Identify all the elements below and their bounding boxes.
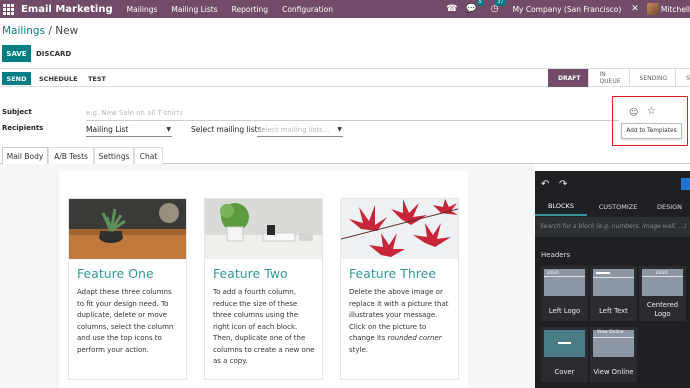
stage-sending[interactable]: SENDING [630, 69, 677, 87]
menu-mailings[interactable]: Mailings [127, 5, 158, 14]
snippet-centered-logo[interactable]: LOGO Centered Logo [639, 266, 686, 321]
notebook-tabs: Mail Body A/B Tests Settings Chat [0, 147, 690, 165]
send-button[interactable]: SEND [2, 72, 31, 85]
tab-mail-body[interactable]: Mail Body [2, 147, 48, 165]
menu-configuration[interactable]: Configuration [282, 5, 333, 14]
panel-tab-design[interactable]: DESIGN [649, 198, 690, 216]
breadcrumb-current: New [55, 25, 79, 37]
tab-settings[interactable]: Settings [94, 147, 134, 164]
save-button[interactable]: SAVE [2, 45, 31, 62]
undo-icon[interactable]: ↶ [541, 179, 549, 190]
mailing-lists-label: Select mailing lists: [191, 125, 265, 134]
top-navbar: Email Marketing Mailings Mailing Lists R… [0, 0, 690, 18]
recipients-value: Mailing List [86, 125, 129, 134]
debug-tools-icon[interactable]: ✕ [631, 4, 639, 14]
fullscreen-toggle-icon[interactable] [681, 178, 690, 190]
panel-tab-customize[interactable]: CUSTOMIZE [587, 198, 649, 216]
discard-button[interactable]: DISCARD [36, 45, 71, 62]
feature-card-one[interactable]: Feature One Adapt these three columns to… [68, 198, 187, 380]
feature-card-three[interactable]: Feature Three Delete the above image or … [340, 198, 459, 380]
snippet-label: Cover [554, 368, 575, 376]
activities-clock-icon[interactable]: ◷ 37 [491, 0, 506, 14]
thumb-logo-text: LOGO [547, 270, 559, 275]
snippet-thumb: View Online [593, 330, 634, 357]
snippet-label: Left Text [599, 307, 628, 315]
feature-three-image[interactable] [341, 199, 458, 259]
subject-label: Subject [2, 108, 32, 116]
tab-chat[interactable]: Chat [134, 147, 163, 164]
snippet-label: View Online [593, 368, 634, 376]
snippet-view-online[interactable]: View Online View Online [590, 327, 637, 382]
snippet-left-logo[interactable]: LOGO Left Logo [541, 266, 588, 321]
recipients-label: Recipients [2, 124, 44, 132]
messages-count-badge: 5 [476, 0, 484, 6]
snippet-cover[interactable]: Cover [541, 327, 588, 382]
snippet-label: Centered Logo [646, 301, 679, 318]
snippet-thumb [593, 269, 634, 296]
mailing-lists-placeholder: Select mailing lists... [257, 126, 330, 134]
feature-two-text[interactable]: To add a fourth column, reduce the size … [205, 281, 322, 368]
user-avatar[interactable] [646, 3, 659, 15]
snippet-left-text[interactable]: Left Text [590, 266, 637, 321]
main-menu: Mailings Mailing Lists Reporting Configu… [127, 5, 347, 14]
stage-pipeline: DRAFT IN QUEUE SENDING SE [548, 69, 690, 87]
panel-tab-blocks[interactable]: BLOCKS [535, 198, 587, 216]
subject-input[interactable]: e.g. New Sale on all T-shirts [86, 107, 619, 121]
caret-down-icon: ▼ [166, 126, 171, 133]
app-brand[interactable]: Email Marketing [21, 4, 113, 15]
panel-tabs: BLOCKS CUSTOMIZE DESIGN [535, 198, 690, 216]
feature-one-text[interactable]: Adapt these three columns to fit your de… [69, 281, 186, 356]
test-button[interactable]: TEST [88, 72, 106, 85]
feature-two-title[interactable]: Feature Two [205, 259, 322, 281]
feature-one-image[interactable] [69, 199, 186, 259]
feature-three-title[interactable]: Feature Three [341, 259, 458, 281]
feature-one-title[interactable]: Feature One [69, 259, 186, 281]
recipients-select[interactable]: Mailing List ▼ [86, 124, 172, 137]
feature-card-two[interactable]: Feature Two To add a fourth column, redu… [204, 198, 323, 380]
systray: ☎ 💬 5 ◷ 37 My Company (San Francisco) ✕ Mi… [446, 0, 690, 18]
activities-count-badge: 37 [495, 0, 506, 6]
breadcrumb-separator: / [45, 25, 56, 37]
block-search-input[interactable]: Search for a block (e.g. numbers, image … [535, 217, 690, 237]
breadcrumb-mailings[interactable]: Mailings [2, 25, 45, 37]
menu-reporting[interactable]: Reporting [232, 5, 268, 14]
support-icon[interactable]: ☎ [446, 4, 457, 14]
form-statusbar: SEND SCHEDULE TEST DRAFT IN QUEUE SENDIN… [0, 68, 690, 87]
tab-ab-tests[interactable]: A/B Tests [48, 147, 94, 164]
panel-toolbar: ↶ ↷ [535, 171, 690, 197]
breadcrumb: Mailings / New [2, 25, 78, 37]
stage-in-queue[interactable]: IN QUEUE [589, 69, 630, 87]
stage-sent[interactable]: SE [676, 69, 690, 87]
messages-icon[interactable]: 💬 5 [465, 0, 484, 14]
stage-draft[interactable]: DRAFT [548, 69, 590, 87]
feature-three-text-part2: style. [349, 345, 369, 354]
headers-section-title: Headers [541, 251, 571, 259]
user-name[interactable]: Mitchell [661, 5, 690, 14]
caret-down-icon: ▼ [337, 126, 342, 133]
snippet-thumb: LOGO [544, 269, 585, 296]
mailing-lists-select[interactable]: Select mailing lists... ▼ [257, 124, 343, 137]
snippet-thumb [544, 330, 585, 357]
redo-icon[interactable]: ↷ [559, 179, 567, 190]
feature-three-text-emphasis: rounded corner [387, 334, 442, 342]
feature-two-image[interactable] [205, 199, 322, 259]
snippet-label: Left Logo [548, 307, 581, 315]
apps-menu-icon[interactable] [3, 3, 15, 15]
company-switcher[interactable]: My Company (San Francisco) [513, 5, 622, 14]
add-to-templates-tooltip: Add to Templates [621, 123, 682, 139]
snippet-thumb: LOGO [642, 269, 683, 296]
snippets-panel: ↶ ↷ BLOCKS CUSTOMIZE DESIGN Search for a… [535, 171, 690, 388]
thumb-view-online-text: View Online [597, 330, 624, 335]
schedule-button[interactable]: SCHEDULE [39, 72, 78, 85]
feature-three-text[interactable]: Delete the above image or replace it wit… [341, 281, 458, 356]
menu-mailing-lists[interactable]: Mailing Lists [171, 5, 217, 14]
thumb-logo-text: LOGO [656, 270, 668, 275]
